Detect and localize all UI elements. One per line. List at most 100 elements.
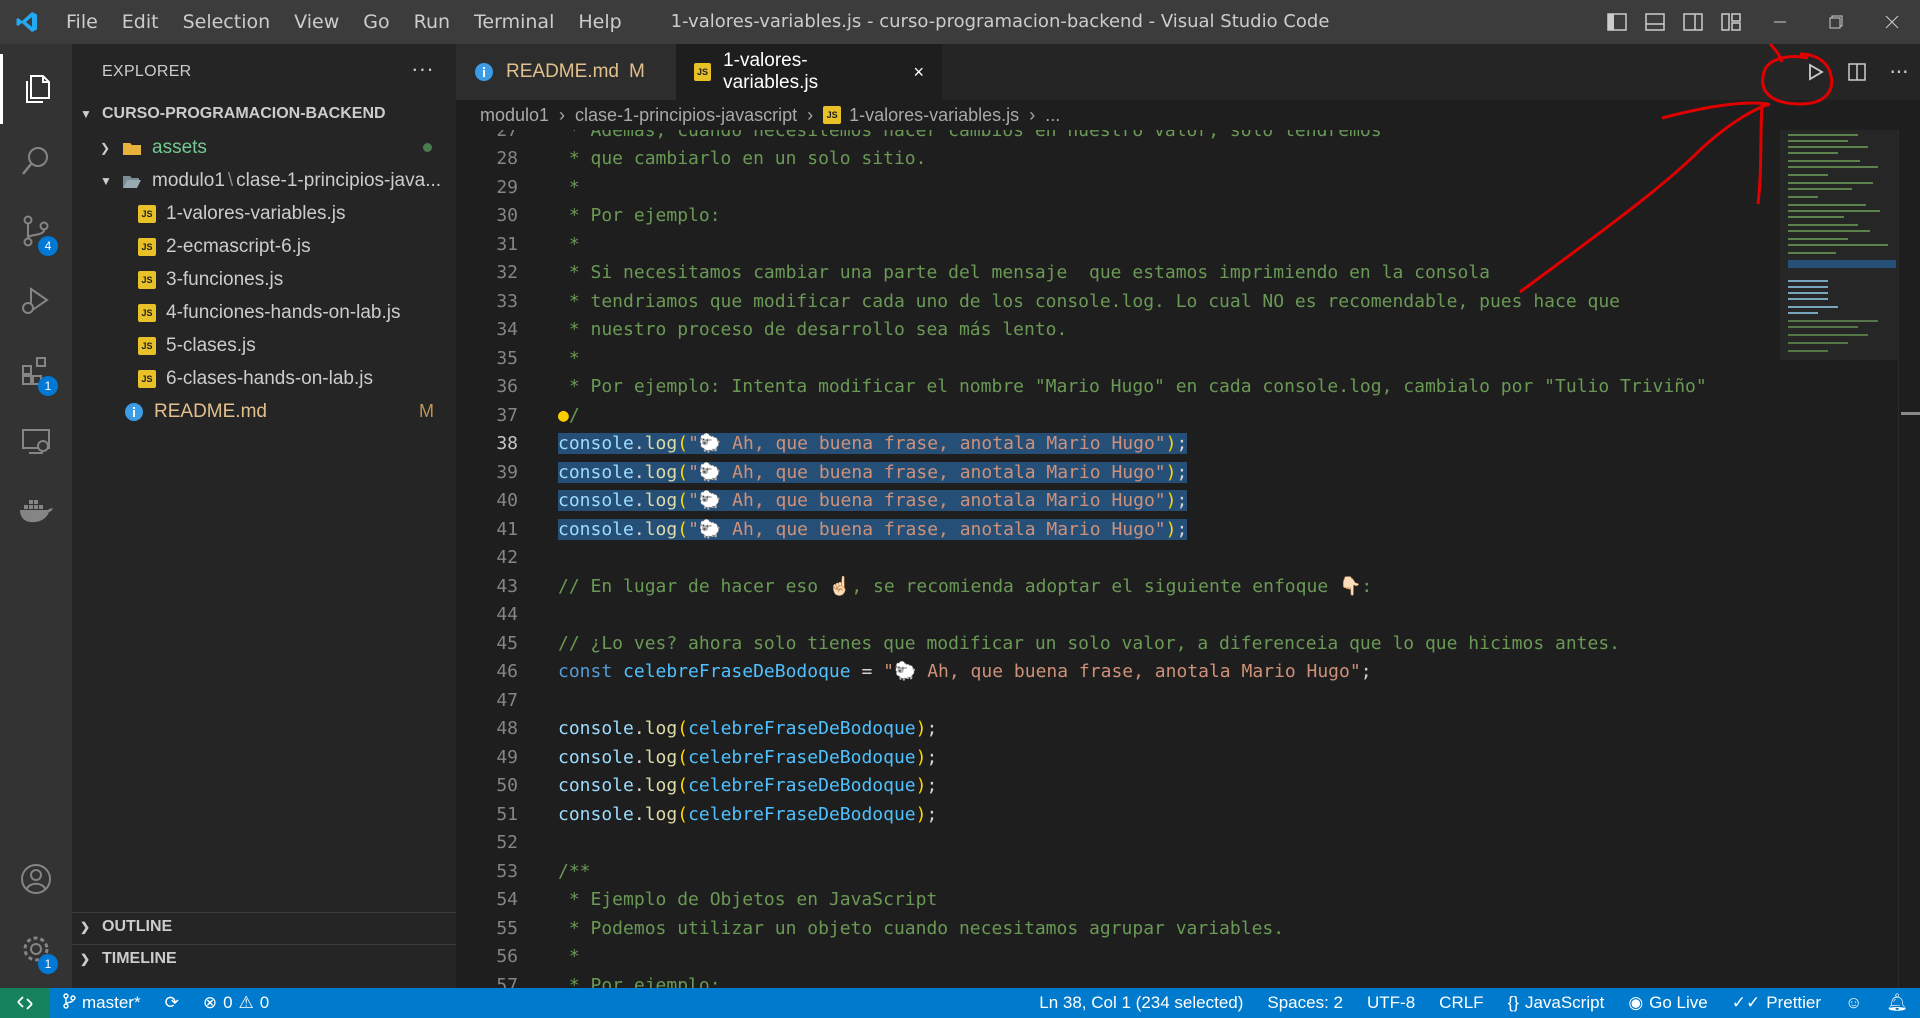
tree-file-3-funciones[interactable]: JS 3-funciones.js xyxy=(72,263,456,296)
token: "🐑 Ah, que buena frase, anotala Mario Hu… xyxy=(883,660,1361,682)
lightbulb-icon[interactable]: ● xyxy=(558,405,569,426)
menu-run[interactable]: Run xyxy=(402,0,462,44)
tab-1-valores-variables[interactable]: JS 1-valores-variables.js × xyxy=(676,44,942,100)
tree-file-1-valores-variables[interactable]: JS 1-valores-variables.js xyxy=(72,197,456,230)
tree-file-6-clases-hands-on-lab[interactable]: JS 6-clases-hands-on-lab.js xyxy=(72,362,456,395)
path-separator: \ xyxy=(227,169,234,191)
tree-file-5-clases[interactable]: JS 5-clases.js xyxy=(72,329,456,362)
line-number: 42 xyxy=(496,546,518,568)
editor-tabs: README.md M JS 1-valores-variables.js × … xyxy=(456,44,1920,100)
code-text: console.log("🐑 Ah, que buena frase, anot… xyxy=(558,489,1188,511)
editor-scrollbar[interactable] xyxy=(1898,130,1920,988)
outline-section[interactable]: ❯ OUTLINE xyxy=(72,912,456,940)
code-text: * Podemos utilizar un objeto cuando nece… xyxy=(558,917,1285,939)
close-window-icon[interactable] xyxy=(1864,0,1920,44)
indentation[interactable]: Spaces: 2 xyxy=(1255,993,1355,1013)
breadcrumb-item[interactable]: clase-1-principios-javascript xyxy=(575,105,797,126)
menu-terminal[interactable]: Terminal xyxy=(462,0,566,44)
chevron-right-icon: ❯ xyxy=(100,140,111,155)
line-number: 28 xyxy=(496,147,518,169)
prettier-status[interactable]: ✓✓ Prettier xyxy=(1720,993,1833,1013)
code-text: * xyxy=(558,233,580,255)
accounts-icon[interactable] xyxy=(0,844,72,914)
line-number: 49 xyxy=(496,746,518,768)
tree-file-readme[interactable]: README.md M xyxy=(72,395,456,428)
line-number: 46 xyxy=(496,660,518,682)
prettier-label: Prettier xyxy=(1766,993,1822,1012)
customize-layout-icon[interactable] xyxy=(1712,13,1750,31)
encoding[interactable]: UTF-8 xyxy=(1355,993,1427,1013)
remote-indicator-icon[interactable] xyxy=(0,988,50,1018)
info-icon xyxy=(474,62,494,82)
line-number: 31 xyxy=(496,233,518,255)
chevron-right-icon: › xyxy=(1029,104,1036,125)
cursor-position[interactable]: Ln 38, Col 1 (234 selected) xyxy=(1027,993,1255,1013)
branch-indicator[interactable]: master* xyxy=(50,992,153,1014)
workspace-root[interactable]: ▼ CURSO-PROGRAMACION-BACKEND xyxy=(72,100,456,128)
extensions-icon[interactable]: 1 xyxy=(0,336,72,406)
problems-indicator[interactable]: ⊗ 0 ⚠ 0 xyxy=(191,993,281,1013)
breadcrumb-ellipsis[interactable]: ... xyxy=(1045,105,1060,126)
notifications-bell-icon[interactable]: 🔔︎ xyxy=(1874,993,1920,1013)
explorer-title: EXPLORER xyxy=(102,63,192,80)
line-number: 37 xyxy=(496,404,518,426)
end-of-line[interactable]: CRLF xyxy=(1427,993,1495,1013)
restore-icon[interactable] xyxy=(1808,0,1864,44)
token: log xyxy=(644,461,678,483)
folder-open-icon xyxy=(122,171,142,191)
breadcrumb-item[interactable]: modulo1 xyxy=(480,105,549,126)
status-bar: master* ⟳ ⊗ 0 ⚠ 0 Ln 38, Col 1 (234 sele… xyxy=(0,988,1920,1018)
split-editor-icon[interactable] xyxy=(1836,62,1878,82)
docker-icon[interactable] xyxy=(0,476,72,546)
menu-edit[interactable]: Edit xyxy=(110,0,171,44)
source-control-icon[interactable]: 4 xyxy=(0,196,72,266)
settings-gear-icon[interactable]: 1 xyxy=(0,914,72,984)
line-number: 38 xyxy=(496,432,518,454)
token: celebreFraseDeBodoque xyxy=(623,660,851,682)
tree-folder-modulo1[interactable]: ▼ modulo1 \ clase-1-principios-java... xyxy=(72,164,456,197)
line-number: 53 xyxy=(496,860,518,882)
code-line: 42 xyxy=(456,543,1780,572)
timeline-section[interactable]: ❯ TIMELINE xyxy=(72,944,456,972)
code-editor[interactable]: 27 * Además, cuando necesitemos hacer ca… xyxy=(456,130,1780,988)
run-code-button[interactable] xyxy=(1794,62,1836,82)
close-tab-icon[interactable]: × xyxy=(913,62,924,83)
go-live-button[interactable]: ◉ Go Live xyxy=(1616,993,1719,1013)
line-number: 41 xyxy=(496,518,518,540)
token: log xyxy=(644,432,678,454)
folder-icon xyxy=(122,138,142,158)
search-icon[interactable] xyxy=(0,126,72,196)
feedback-icon[interactable]: ☺ xyxy=(1833,993,1874,1013)
remote-explorer-icon[interactable] xyxy=(0,406,72,476)
explorer-icon[interactable] xyxy=(0,54,72,124)
more-actions-icon[interactable]: ··· xyxy=(411,56,434,82)
code-text: console.log(celebreFraseDeBodoque); xyxy=(558,803,938,825)
tab-readme[interactable]: README.md M xyxy=(456,44,676,100)
menu-file[interactable]: File xyxy=(54,0,110,44)
menu-go[interactable]: Go xyxy=(351,0,401,44)
token: "🐑 Ah, que buena frase, anotala Mario Hu… xyxy=(688,461,1166,483)
git-branch-icon xyxy=(62,992,76,1014)
sync-button[interactable]: ⟳ xyxy=(153,993,191,1013)
breadcrumb: modulo1 › clase-1-principios-javascript … xyxy=(456,100,1920,130)
tree-file-4-funciones-hands-on-lab[interactable]: JS 4-funciones-hands-on-lab.js xyxy=(72,296,456,329)
menu-view[interactable]: View xyxy=(282,0,351,44)
language-mode[interactable]: {} JavaScript xyxy=(1496,993,1617,1013)
line-number: 55 xyxy=(496,917,518,939)
minimap[interactable] xyxy=(1780,130,1898,988)
toggle-panel-icon[interactable] xyxy=(1636,13,1674,31)
tree-file-2-ecmascript-6[interactable]: JS 2-ecmascript-6.js xyxy=(72,230,456,263)
breadcrumb-item[interactable]: 1-valores-variables.js xyxy=(849,105,1019,126)
token: log xyxy=(644,717,678,739)
toggle-primary-sidebar-icon[interactable] xyxy=(1598,13,1636,31)
run-debug-icon[interactable] xyxy=(0,266,72,336)
minimize-icon[interactable] xyxy=(1752,0,1808,44)
menu-selection[interactable]: Selection xyxy=(171,0,283,44)
line-number: 35 xyxy=(496,347,518,369)
token: console xyxy=(558,518,634,540)
code-text: * nuestro proceso de desarrollo sea más … xyxy=(558,318,1068,340)
more-editor-actions-icon[interactable]: ··· xyxy=(1878,60,1920,84)
tree-folder-assets[interactable]: ❯ assets xyxy=(72,131,456,164)
code-line: 27 * Además, cuando necesitemos hacer ca… xyxy=(456,130,1780,145)
toggle-secondary-sidebar-icon[interactable] xyxy=(1674,13,1712,31)
